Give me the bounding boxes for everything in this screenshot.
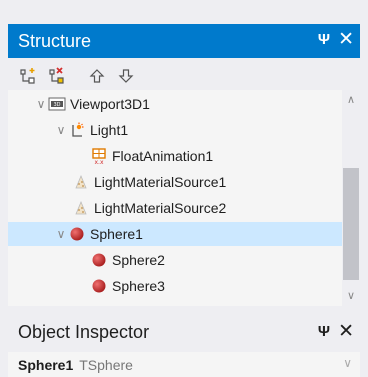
- tree-item-sphere3[interactable]: Sphere3: [8, 274, 342, 298]
- tree-item-viewport3d1[interactable]: ∨ 3D Viewport3D1: [8, 92, 342, 116]
- sphere-icon: [90, 277, 108, 295]
- tree-item-lightmaterialsource2[interactable]: LightMaterialSource2: [8, 196, 342, 220]
- tree-item-label: FloatAnimation1: [112, 148, 214, 164]
- structure-panel-header: Structure Ψ ✕: [8, 24, 360, 58]
- light-icon: [68, 121, 86, 139]
- float-animation-icon: x.x: [90, 147, 108, 165]
- object-selector-dropdown[interactable]: Sphere1 TSphere ∨: [8, 352, 360, 377]
- ide-panels: Structure Ψ ✕ ∨ 3D Viewport3D1 ∨ Light1 …: [0, 0, 368, 377]
- tree-scrollbar[interactable]: ∧ ∨: [342, 90, 360, 306]
- delete-item-icon[interactable]: [45, 65, 69, 87]
- close-icon[interactable]: ✕: [338, 320, 354, 343]
- add-item-icon[interactable]: [16, 65, 40, 87]
- sphere-icon: [68, 225, 86, 243]
- chevron-down-icon[interactable]: ∨: [54, 123, 68, 137]
- close-icon[interactable]: ✕: [338, 28, 354, 51]
- tree-item-label: Viewport3D1: [70, 96, 150, 112]
- svg-text:x.x: x.x: [94, 159, 103, 165]
- tree-item-sphere1[interactable]: ∨ Sphere1: [8, 222, 342, 246]
- light-material-icon: [72, 199, 90, 217]
- tree-item-floatanimation1[interactable]: x.x FloatAnimation1: [8, 144, 342, 168]
- tree-item-label: Sphere2: [112, 252, 165, 268]
- tree-item-label: LightMaterialSource2: [94, 200, 227, 216]
- chevron-down-icon[interactable]: ∨: [343, 356, 352, 370]
- tree-item-sphere2[interactable]: Sphere2: [8, 248, 342, 272]
- light-material-icon: [72, 173, 90, 191]
- tree-item-light1[interactable]: ∨ Light1: [8, 118, 342, 142]
- selected-object-name: Sphere1: [18, 356, 74, 373]
- sphere-icon: [90, 251, 108, 269]
- object-inspector-header: Object Inspector Ψ ✕: [8, 316, 360, 348]
- structure-toolbar: [8, 62, 360, 90]
- move-down-icon[interactable]: [114, 65, 138, 87]
- tree-item-label: Sphere1: [90, 226, 143, 242]
- pin-icon[interactable]: Ψ: [318, 31, 330, 48]
- tree-item-label: LightMaterialSource1: [94, 174, 227, 190]
- tree-item-label: Sphere3: [112, 278, 165, 294]
- pin-icon[interactable]: Ψ: [318, 323, 330, 340]
- scroll-down-icon[interactable]: ∨: [342, 286, 360, 306]
- viewport3d-icon: 3D: [48, 95, 66, 113]
- chevron-down-icon[interactable]: ∨: [54, 227, 68, 241]
- scrollbar-thumb[interactable]: [343, 168, 359, 280]
- structure-panel-title: Structure: [18, 30, 92, 51]
- move-up-icon[interactable]: [85, 65, 109, 87]
- selected-object-type: TSphere: [79, 356, 133, 373]
- tree-item-lightmaterialsource1[interactable]: LightMaterialSource1: [8, 170, 342, 194]
- structure-tree[interactable]: ∨ 3D Viewport3D1 ∨ Light1 x.x FloatAnima…: [8, 90, 342, 306]
- svg-text:3D: 3D: [53, 102, 60, 108]
- object-inspector-title: Object Inspector: [18, 321, 150, 342]
- tree-item-label: Light1: [90, 122, 129, 138]
- chevron-down-icon[interactable]: ∨: [34, 97, 48, 111]
- scroll-up-icon[interactable]: ∧: [342, 90, 360, 110]
